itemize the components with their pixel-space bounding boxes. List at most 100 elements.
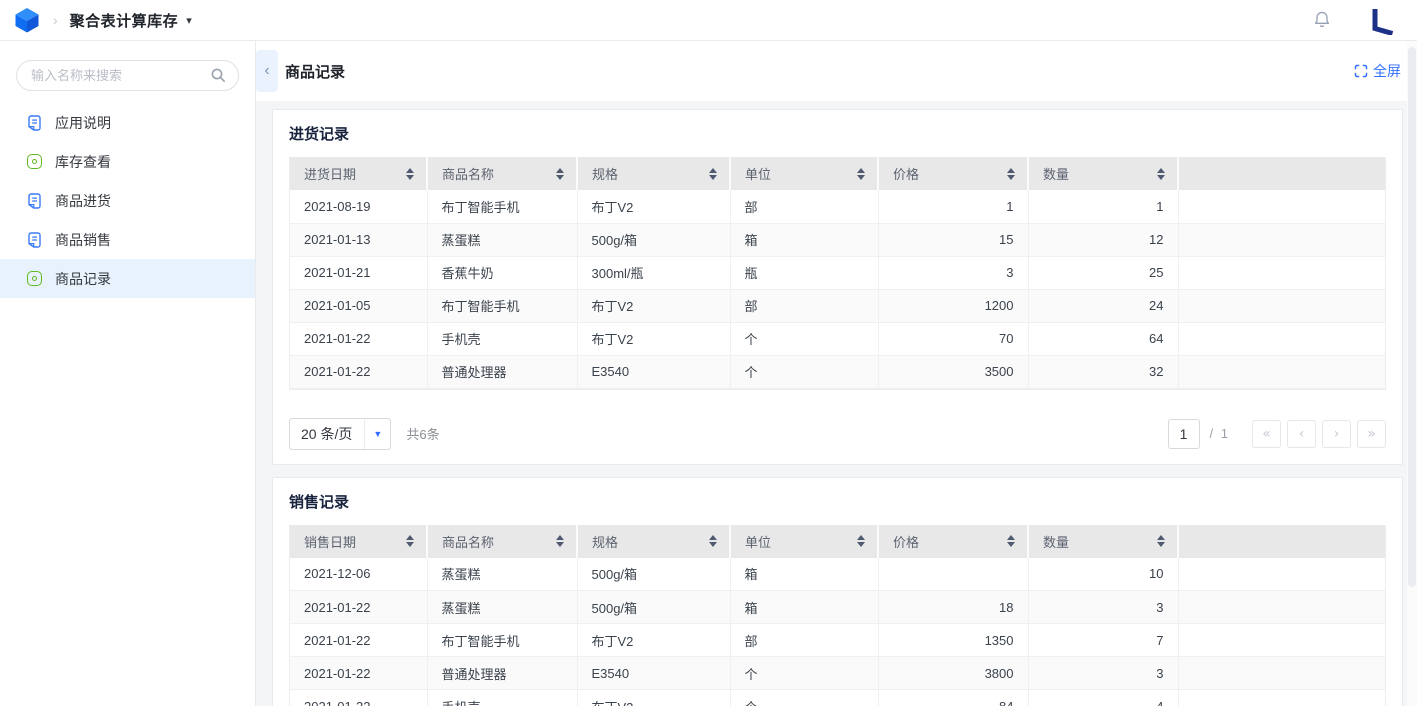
table-cell: 15 — [878, 223, 1028, 256]
sort-icon[interactable] — [1157, 535, 1165, 547]
table-cell — [1178, 624, 1385, 657]
table-cell — [1178, 256, 1385, 289]
table-cell: 布丁V2 — [577, 322, 730, 355]
notification-bell-icon[interactable] — [1312, 10, 1332, 30]
page-size-select[interactable]: 20 条/页 ▼ — [289, 418, 391, 450]
table-row[interactable]: 2021-01-05布丁智能手机布丁V2部120024 — [290, 289, 1385, 322]
column-header[interactable]: 单位 — [730, 157, 878, 190]
sales-records-card: 销售记录 销售日期商品名称规格单位价格数量2021-12-06蒸蛋糕500g/箱… — [272, 477, 1403, 706]
column-header[interactable]: 规格 — [577, 157, 730, 190]
table-cell: 25 — [1028, 256, 1178, 289]
app-title-caret-icon[interactable]: ▾ — [186, 14, 192, 27]
sort-icon[interactable] — [857, 168, 865, 180]
last-page-button[interactable]: » — [1357, 420, 1386, 448]
table-cell: 32 — [1028, 355, 1178, 388]
prev-page-button[interactable]: ‹ — [1287, 420, 1316, 448]
topbar: › 聚合表计算库存 ▾ — [0, 0, 1417, 41]
column-header[interactable]: 规格 — [577, 525, 730, 558]
table-cell: 布丁V2 — [577, 190, 730, 223]
sort-icon[interactable] — [709, 168, 717, 180]
table-cell: 2021-01-22 — [290, 322, 427, 355]
table-cell: 手机壳 — [427, 690, 577, 706]
column-header[interactable]: 价格 — [878, 525, 1028, 558]
page-number-input[interactable]: 1 — [1168, 419, 1200, 449]
scrollbar-thumb[interactable] — [1408, 47, 1416, 587]
table-cell: 1 — [1028, 190, 1178, 223]
first-page-button[interactable]: « — [1252, 420, 1281, 448]
table-row[interactable]: 2021-01-22手机壳布丁V2个7064 — [290, 322, 1385, 355]
table-cell: 2021-01-22 — [290, 690, 427, 706]
sort-icon[interactable] — [406, 168, 414, 180]
table-cell — [1178, 558, 1385, 591]
table-cell: 7 — [1028, 624, 1178, 657]
table-cell — [1178, 591, 1385, 624]
app-title[interactable]: 聚合表计算库存 — [70, 10, 179, 31]
table-cell: 70 — [878, 322, 1028, 355]
table-row[interactable]: 2021-01-22普通处理器E3540个38003 — [290, 657, 1385, 690]
table-cell: 2021-01-22 — [290, 624, 427, 657]
column-header[interactable]: 单位 — [730, 525, 878, 558]
table-row[interactable]: 2021-12-06蒸蛋糕500g/箱箱10 — [290, 558, 1385, 591]
column-header[interactable]: 数量 — [1028, 157, 1178, 190]
column-header[interactable]: 价格 — [878, 157, 1028, 190]
column-header[interactable]: 商品名称 — [427, 157, 577, 190]
column-header-label: 销售日期 — [304, 532, 356, 551]
sidebar-item-goods-purchase[interactable]: 商品进货 — [0, 181, 255, 220]
sort-icon[interactable] — [1157, 168, 1165, 180]
table-cell: 个 — [730, 355, 878, 388]
table-row[interactable]: 2021-01-13蒸蛋糕500g/箱箱1512 — [290, 223, 1385, 256]
sort-icon[interactable] — [1007, 168, 1015, 180]
column-header-label: 单位 — [745, 532, 771, 551]
table-cell: 4 — [1028, 690, 1178, 706]
table-cell: 普通处理器 — [427, 355, 577, 388]
page-header: ‹ 商品记录 全屏 — [256, 41, 1417, 101]
sort-icon[interactable] — [556, 535, 564, 547]
search-input[interactable] — [16, 60, 239, 91]
table-cell: 2021-01-21 — [290, 256, 427, 289]
next-page-button[interactable]: › — [1322, 420, 1351, 448]
sidebar-item-app-description[interactable]: 应用说明 — [0, 103, 255, 142]
table-cell: 蒸蛋糕 — [427, 558, 577, 591]
main-area: ‹ 商品记录 全屏 进货记录 进货日期商品名称规格单位价格数量2021-08-1… — [256, 41, 1417, 706]
table-cell: 3 — [1028, 591, 1178, 624]
sort-icon[interactable] — [556, 168, 564, 180]
sidebar: 应用说明 库存查看 商品进货 — [0, 41, 256, 706]
sidebar-item-inventory-view[interactable]: 库存查看 — [0, 142, 255, 181]
doc-icon — [27, 115, 42, 131]
fullscreen-button[interactable]: 全屏 — [1354, 61, 1401, 81]
app-logo-cube-icon[interactable] — [14, 7, 40, 33]
sidebar-item-label: 商品记录 — [55, 269, 111, 289]
table-cell: 2021-01-22 — [290, 355, 427, 388]
table-cell: 3 — [878, 256, 1028, 289]
table-row[interactable]: 2021-01-22普通处理器E3540个350032 — [290, 355, 1385, 388]
table-cell — [1178, 190, 1385, 223]
table-cell: 布丁V2 — [577, 690, 730, 706]
column-header[interactable]: 数量 — [1028, 525, 1178, 558]
table-cell: 2021-01-13 — [290, 223, 427, 256]
table-row[interactable]: 2021-01-21香蕉牛奶300ml/瓶瓶325 — [290, 256, 1385, 289]
sidebar-item-goods-records[interactable]: 商品记录 — [0, 259, 255, 298]
back-button[interactable]: ‹ — [256, 50, 278, 92]
sidebar-item-goods-sales[interactable]: 商品销售 — [0, 220, 255, 259]
table-cell — [878, 558, 1028, 591]
page-total-label: / 1 — [1210, 426, 1230, 441]
column-header[interactable]: 商品名称 — [427, 525, 577, 558]
table-row[interactable]: 2021-01-22布丁智能手机布丁V2部13507 — [290, 624, 1385, 657]
sort-icon[interactable] — [857, 535, 865, 547]
column-header[interactable]: 进货日期 — [290, 157, 427, 190]
sort-icon[interactable] — [709, 535, 717, 547]
table-cell: 1350 — [878, 624, 1028, 657]
sort-icon[interactable] — [1007, 535, 1015, 547]
page-size-value: 20 条/页 — [290, 424, 364, 444]
sort-icon[interactable] — [406, 535, 414, 547]
table-cell: 布丁V2 — [577, 289, 730, 322]
table-row[interactable]: 2021-08-19布丁智能手机布丁V2部11 — [290, 190, 1385, 223]
table-row[interactable]: 2021-01-22手机壳布丁V2个844 — [290, 690, 1385, 706]
brand-l-logo[interactable] — [1368, 6, 1395, 35]
table-cell: 3800 — [878, 657, 1028, 690]
search-icon[interactable] — [210, 67, 227, 89]
table-row[interactable]: 2021-01-22蒸蛋糕500g/箱箱183 — [290, 591, 1385, 624]
column-header-label: 价格 — [893, 532, 919, 551]
table-cell: 500g/箱 — [577, 558, 730, 591]
column-header[interactable]: 销售日期 — [290, 525, 427, 558]
